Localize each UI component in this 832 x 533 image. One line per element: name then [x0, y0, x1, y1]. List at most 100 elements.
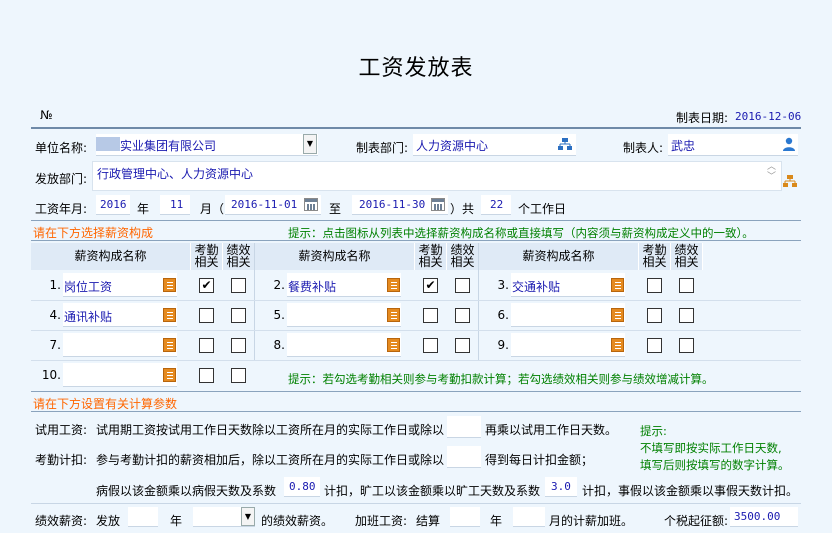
- perf-issue-text: 发放: [96, 514, 121, 528]
- column-header-name: 薪资构成名称: [31, 243, 191, 270]
- select-list-icon[interactable]: [163, 278, 176, 292]
- issue-dept-field[interactable]: 行政管理中心、人力资源中心: [92, 161, 782, 191]
- days-field[interactable]: 22: [481, 195, 511, 215]
- select-list-icon[interactable]: [163, 368, 176, 382]
- calendar-icon[interactable]: [304, 198, 318, 211]
- row-divider: [31, 330, 801, 331]
- attendance-checkbox[interactable]: ✔: [423, 278, 438, 293]
- salary-component-input[interactable]: [63, 363, 177, 387]
- performance-checkbox[interactable]: [679, 338, 694, 353]
- salary-component-input[interactable]: [511, 333, 625, 357]
- select-list-icon[interactable]: [163, 308, 176, 322]
- attendance-checkbox[interactable]: ✔: [199, 278, 214, 293]
- salary-component-input[interactable]: [63, 333, 177, 357]
- year-value: 2016: [100, 198, 127, 211]
- org-chart-icon[interactable]: [783, 174, 797, 188]
- row-number: 9.: [497, 338, 509, 352]
- maker-field[interactable]: 武忠: [668, 134, 798, 156]
- unit-field[interactable]: 实业集团有限公司 ▼: [96, 134, 318, 156]
- performance-checkbox[interactable]: [455, 278, 470, 293]
- attendance-checkbox[interactable]: [199, 338, 214, 353]
- unit-dropdown-button[interactable]: ▼: [303, 134, 317, 154]
- side-hint-title: 提示:: [640, 424, 667, 438]
- perf-month-text: 的绩效薪资。: [261, 514, 334, 528]
- tax-field[interactable]: 3500.00: [730, 507, 798, 527]
- performance-checkbox[interactable]: [679, 278, 694, 293]
- person-icon[interactable]: [782, 137, 796, 151]
- row-number: 3.: [497, 278, 509, 292]
- performance-checkbox[interactable]: [231, 338, 246, 353]
- month-unit: 月（: [200, 202, 225, 216]
- date-value: 2016-12-06: [735, 110, 802, 123]
- overtime-month-field[interactable]: [513, 507, 545, 527]
- select-list-icon[interactable]: [611, 308, 624, 322]
- select-list-icon[interactable]: [387, 338, 400, 352]
- month-field[interactable]: 11: [160, 195, 190, 215]
- select-list-icon[interactable]: [387, 278, 400, 292]
- perf-month-dropdown-button[interactable]: ▼: [241, 507, 255, 526]
- performance-checkbox[interactable]: [231, 368, 246, 383]
- select-list-icon[interactable]: [163, 338, 176, 352]
- section-params-title: 请在下方设置有关计算参数: [33, 397, 178, 411]
- salary-component-input[interactable]: [511, 303, 625, 327]
- sick-text: 病假以该金额乘以病假天数及系数: [96, 484, 277, 498]
- divider: [31, 127, 801, 129]
- sick-coef-field[interactable]: 0.80: [284, 477, 320, 497]
- attendance-checkbox[interactable]: [423, 308, 438, 323]
- perf-month-select[interactable]: ▼: [193, 507, 255, 527]
- select-list-icon[interactable]: [611, 338, 624, 352]
- year-unit: 年: [137, 202, 150, 216]
- performance-checkbox[interactable]: [455, 338, 470, 353]
- row-number: 7.: [49, 338, 61, 352]
- side-hint: 提示: 不填写即按实际工作日天数, 填写后则按填写的数字计算。: [640, 423, 790, 474]
- column-header-name: 薪资构成名称: [255, 243, 415, 270]
- calendar-icon[interactable]: [431, 198, 445, 211]
- attendance-checkbox[interactable]: [647, 338, 662, 353]
- attendance-days-field[interactable]: [447, 446, 481, 468]
- attendance-checkbox[interactable]: [199, 308, 214, 323]
- row-number: 5.: [273, 308, 285, 322]
- checkbox-hint: 提示：若勾选考勤相关则参与考勤扣款计算；若勾选绩效相关则参与绩效增减计算。: [288, 372, 714, 386]
- salary-component-input[interactable]: 交通补贴: [511, 273, 625, 297]
- salary-component-input[interactable]: 岗位工资: [63, 273, 177, 297]
- performance-checkbox[interactable]: [455, 308, 470, 323]
- salary-component-input[interactable]: [287, 303, 401, 327]
- dept-field[interactable]: 人力资源中心: [413, 134, 576, 156]
- salary-component-name: 交通补贴: [512, 280, 561, 294]
- column-header-performance: 绩效 相关: [223, 243, 255, 270]
- salary-component-input[interactable]: 通讯补贴: [63, 303, 177, 327]
- org-chart-icon[interactable]: [558, 137, 572, 151]
- to-label: 至: [329, 202, 342, 216]
- trial-text: 试用期工资按试用工作日天数除以工资所在月的实际工作日或除以: [96, 423, 445, 437]
- column-divider: [478, 243, 479, 360]
- perf-year-field[interactable]: [128, 507, 158, 527]
- attendance-checkbox[interactable]: [199, 368, 214, 383]
- column-header-performance: 绩效 相关: [447, 243, 479, 270]
- attendance-checkbox[interactable]: [647, 278, 662, 293]
- attendance-checkbox[interactable]: [647, 308, 662, 323]
- issue-dept-value: 行政管理中心、人力资源中心: [97, 167, 254, 181]
- select-list-icon[interactable]: [387, 308, 400, 322]
- performance-checkbox[interactable]: [679, 308, 694, 323]
- number-label: №: [40, 108, 53, 122]
- absent-coef-field[interactable]: 3.0: [545, 477, 577, 497]
- absent-coef-value: 3.0: [551, 480, 571, 493]
- column-header-performance: 绩效 相关: [671, 243, 703, 270]
- attendance-checkbox[interactable]: [423, 338, 438, 353]
- performance-checkbox[interactable]: [231, 278, 246, 293]
- column-divider: [254, 243, 255, 360]
- month-value: 11: [170, 198, 184, 211]
- salary-component-input[interactable]: 餐费补贴: [287, 273, 401, 297]
- column-header-name: 薪资构成名称: [479, 243, 639, 270]
- maker-value: 武忠: [671, 139, 696, 153]
- row-number: 4.: [49, 308, 61, 322]
- select-list-icon[interactable]: [611, 278, 624, 292]
- overtime-year-field[interactable]: [450, 507, 480, 527]
- row-number: 6.: [497, 308, 509, 322]
- performance-checkbox[interactable]: [231, 308, 246, 323]
- trial-days-field[interactable]: [447, 416, 481, 438]
- salary-component-input[interactable]: [287, 333, 401, 357]
- year-field[interactable]: 2016: [96, 195, 130, 215]
- overtime-month-text: 月的计薪加班。: [549, 514, 634, 528]
- scroll-arrows-icon[interactable]: ︿ ﹀: [767, 162, 776, 182]
